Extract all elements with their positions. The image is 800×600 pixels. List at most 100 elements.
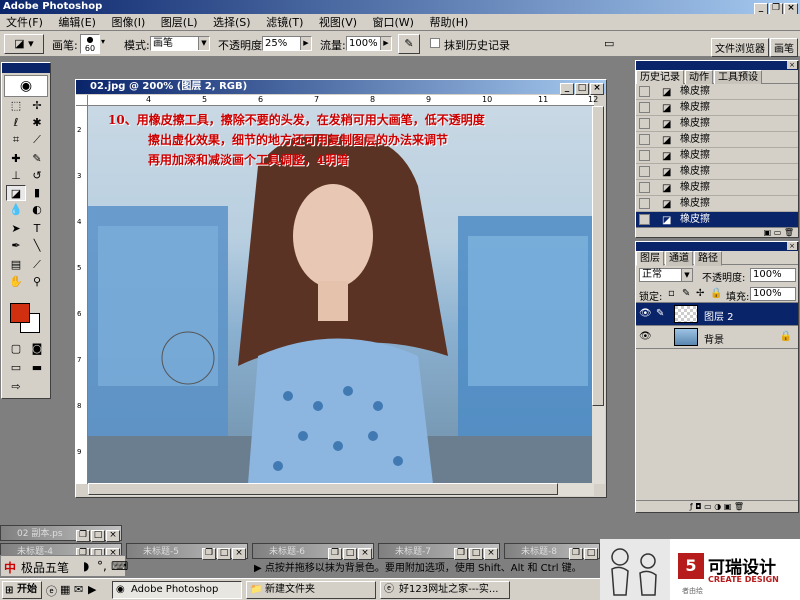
marquee-tool-icon[interactable]: ⬚ [6, 98, 26, 114]
half-width-icon[interactable]: ◗ [83, 559, 89, 573]
tab-actions[interactable]: 动作 [685, 70, 713, 85]
lock-transparency-icon[interactable]: ▫ [668, 288, 675, 299]
minimized-window[interactable]: 未标题-7 ❐ □ × [378, 543, 500, 560]
path-select-icon[interactable]: ➤ [6, 221, 26, 237]
scroll-thumb[interactable] [592, 106, 604, 406]
restore-button[interactable]: ❐ [454, 548, 468, 560]
close-button[interactable]: × [232, 548, 246, 560]
photo-canvas[interactable]: 10、用橡皮擦工具，擦除不要的头发，在发稍可用大画笔，低不透明度 擦出虚化效果，… [88, 106, 594, 484]
slice-tool-icon[interactable]: ⟋ [27, 132, 47, 148]
minimized-window[interactable]: 未标题-6 ❐ □ × [252, 543, 374, 560]
punctuation-icon[interactable]: °, [97, 559, 107, 573]
horizontal-scrollbar[interactable] [88, 483, 594, 496]
maximize-button[interactable]: □ [217, 548, 231, 560]
menu-layer[interactable]: 图层(L) [155, 14, 204, 31]
move-tool-icon[interactable]: ✢ [27, 98, 47, 114]
tab-layers[interactable]: 图层 [636, 251, 664, 266]
doc-minimize-button[interactable]: _ [560, 83, 574, 95]
restore-button[interactable]: ❐ [328, 548, 342, 560]
line-tool-icon[interactable]: ╲ [27, 238, 47, 254]
adjustment-layer-icon[interactable]: ◑ [714, 502, 721, 511]
lock-move-icon[interactable]: ✢ [696, 288, 704, 299]
maximize-button[interactable]: □ [469, 548, 483, 560]
history-item[interactable]: ◪ 橡皮擦 [636, 100, 798, 116]
taskbar-item-folder[interactable]: 📁 新建文件夹 [246, 581, 376, 599]
new-document-icon[interactable]: ▭ [774, 228, 782, 237]
close-button[interactable]: × [358, 548, 372, 560]
document-title-bar[interactable]: 02.jpg @ 200% (图层 2, RGB) _ □ × [76, 80, 606, 95]
history-checkbox[interactable] [639, 198, 650, 209]
eyedropper-icon[interactable]: ⟋ [27, 257, 47, 273]
menu-help[interactable]: 帮助(H) [423, 14, 474, 31]
brush-tool-icon[interactable]: ✎ [27, 151, 47, 167]
layer-row-selected[interactable]: 👁 ✎ 图层 2 [636, 303, 798, 326]
document-icon[interactable]: ▭ [604, 37, 614, 50]
history-checkbox[interactable] [639, 118, 650, 129]
maximize-button[interactable]: □ [584, 548, 598, 560]
vertical-scrollbar[interactable] [592, 106, 605, 484]
visibility-eye-icon[interactable]: 👁 [639, 308, 652, 319]
tab-tool-presets[interactable]: 工具预设 [714, 70, 762, 85]
tab-paths[interactable]: 路径 [694, 251, 722, 266]
history-checkbox[interactable] [639, 102, 650, 113]
menu-select[interactable]: 选择(S) [207, 14, 257, 31]
history-item[interactable]: ◪ 橡皮擦 [636, 84, 798, 100]
menu-filter[interactable]: 滤镜(T) [260, 14, 309, 31]
dodge-tool-icon[interactable]: ◐ [27, 202, 47, 218]
doc-close-button[interactable]: × [590, 83, 604, 95]
menu-file[interactable]: 文件(F) [0, 14, 49, 31]
ruler-origin[interactable] [76, 95, 88, 106]
ime-bar[interactable]: 中 极品五笔 ◗ °, ⌨ [0, 555, 128, 577]
keyboard-icon[interactable]: ⌨ [111, 559, 128, 573]
history-item[interactable]: ◪ 橡皮擦 [636, 164, 798, 180]
history-checkbox[interactable] [639, 166, 650, 177]
quicklaunch-media-icon[interactable]: ▶ [88, 583, 96, 596]
close-button[interactable]: × [106, 530, 120, 542]
tab-history[interactable]: 历史记录 [636, 70, 684, 85]
tool-preset-picker[interactable]: ◪ ▾ [4, 34, 44, 54]
quicklaunch-desktop-icon[interactable]: ▦ [60, 583, 70, 596]
gradient-tool-icon[interactable]: ▮ [27, 185, 47, 201]
standard-mode-icon[interactable]: ▢ [6, 341, 26, 357]
flow-field[interactable]: 100% ▶ [346, 36, 392, 51]
minimized-window[interactable]: 02 副本.ps ❐ □ × [0, 525, 122, 542]
clone-stamp-icon[interactable]: ⊥ [6, 168, 26, 184]
menu-edit[interactable]: 编辑(E) [52, 14, 102, 31]
history-item[interactable]: ◪ 橡皮擦 [636, 116, 798, 132]
photoshop-eye-icon[interactable]: ◉ [4, 75, 48, 97]
opacity-field[interactable]: 25% ▶ [262, 36, 312, 51]
layer-opacity-field[interactable]: 100% [750, 268, 796, 282]
jump-to-imageready-icon[interactable]: ⇨ [6, 379, 26, 395]
eraser-tool-icon[interactable]: ◪ [6, 185, 26, 201]
history-checkbox[interactable] [639, 182, 650, 193]
pen-tool-icon[interactable]: ✒ [6, 238, 26, 254]
hand-tool-icon[interactable]: ✋ [6, 274, 26, 290]
layer-row[interactable]: 👁 背景 🔒 [636, 326, 798, 349]
maximize-button[interactable]: □ [91, 530, 105, 542]
trash-icon[interactable]: 🗑 [734, 502, 744, 511]
new-layer-icon[interactable]: ▣ [724, 502, 732, 511]
erase-history-checkbox[interactable] [430, 38, 440, 48]
foreground-color-swatch[interactable] [10, 303, 30, 323]
history-item[interactable]: ◪ 橡皮擦 [636, 180, 798, 196]
restore-button[interactable]: ❐ [76, 530, 90, 542]
menu-view[interactable]: 视图(V) [313, 14, 363, 31]
magic-wand-icon[interactable]: ✱ [27, 115, 47, 131]
history-checkbox[interactable] [639, 150, 650, 161]
maximize-button[interactable]: □ [343, 548, 357, 560]
minimized-window[interactable]: 未标题-5 ❐ □ × [126, 543, 248, 560]
fill-field[interactable]: 100% [750, 287, 796, 301]
lasso-tool-icon[interactable]: ℓ [6, 115, 26, 131]
trash-icon[interactable]: 🗑 [784, 228, 794, 237]
close-icon[interactable]: × [787, 242, 797, 250]
menu-window[interactable]: 窗口(W) [367, 14, 420, 31]
lock-paint-icon[interactable]: ✎ [682, 288, 690, 299]
start-button[interactable]: ⊞ 开始 [2, 581, 42, 599]
tab-file-browser[interactable]: 文件浏览器 [711, 38, 769, 57]
mode-select[interactable]: 画笔 ▼ [150, 36, 210, 51]
scroll-thumb[interactable] [88, 483, 558, 495]
history-item[interactable]: ◪ 橡皮擦 [636, 148, 798, 164]
quicklaunch-outlook-icon[interactable]: ✉ [74, 583, 83, 596]
new-snapshot-icon[interactable]: ▣ [764, 228, 772, 237]
history-item[interactable]: ◪ 橡皮擦 [636, 132, 798, 148]
